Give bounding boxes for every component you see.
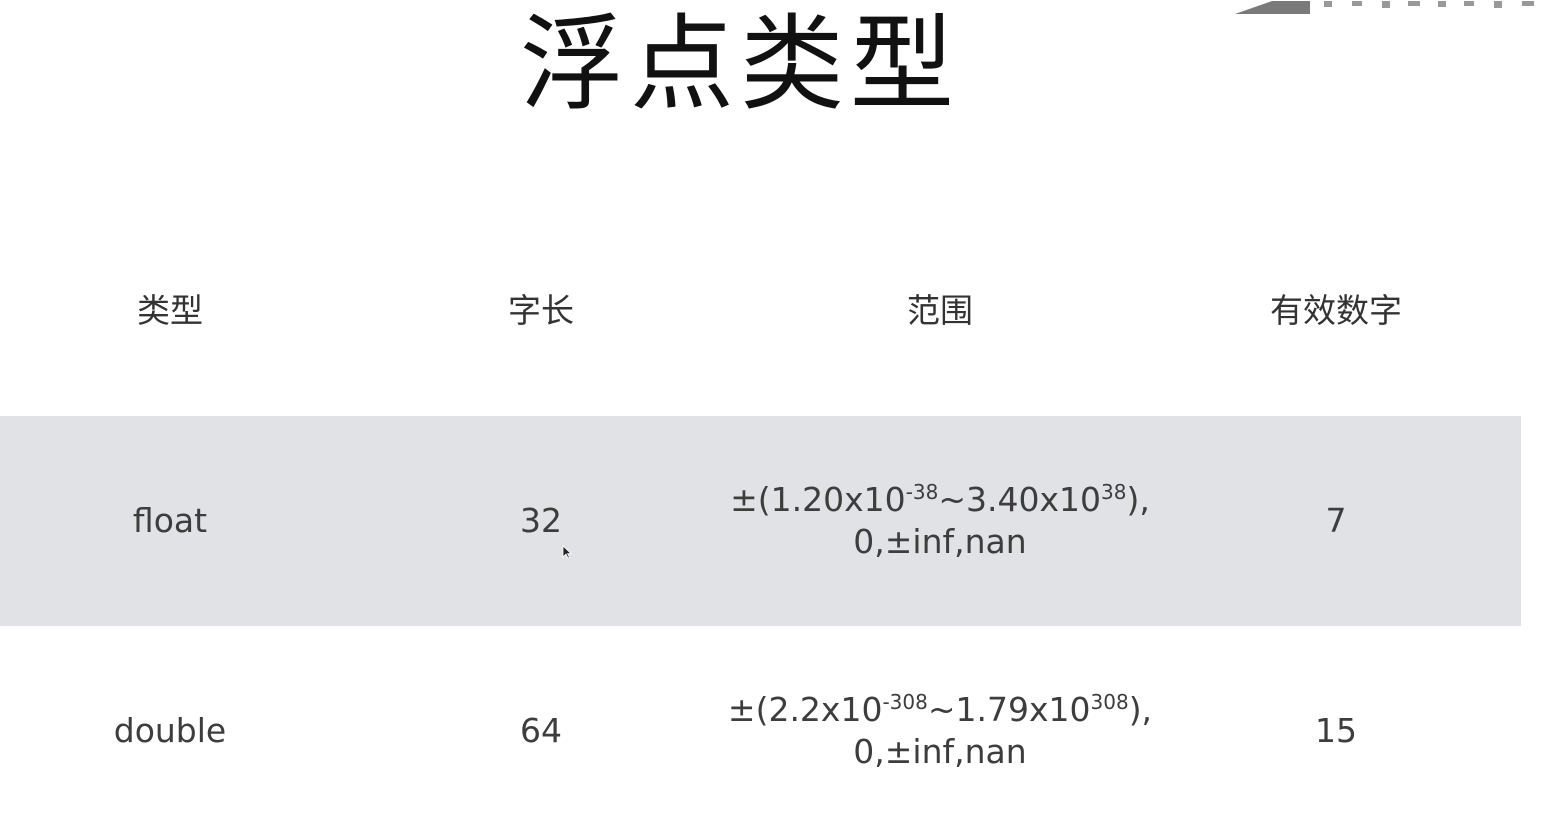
table-row: double 64 ±(2.2x10-308~1.79x10308), 0,±i… [0,626,1521,836]
range-prefix: ±(1.20x10 [730,480,906,519]
slide: 浮点类型 类型 字长 范围 有效数字 float 32 ±(1.20x10-38… [0,0,1552,836]
header-digits: 有效数字 [1270,291,1402,330]
range-line-2: 0,±inf,nan [853,732,1027,771]
range-exponent-min: -38 [905,480,939,504]
type-cell: float [132,501,208,540]
range-mid: ~3.40x10 [938,480,1102,519]
digits-cell: 15 [1315,711,1357,750]
header-type: 类型 [137,291,203,330]
header-bits: 字长 [508,291,574,330]
table-header-row: 类型 字长 范围 有效数字 [0,250,1521,372]
range-cell: ±(2.2x10-308~1.79x10308), 0,±inf,nan [690,626,1190,836]
digits-cell: 7 [1325,501,1347,540]
bits-cell: 32 [520,501,562,540]
range-line-1: ±(2.2x10-308~1.79x10308), [728,689,1152,731]
range-exponent-max: 38 [1101,480,1127,504]
bits-cell: 64 [520,711,562,750]
range-suffix: ), [1126,480,1150,519]
range-cell: ±(1.20x10-38~3.40x1038), 0,±inf,nan [690,416,1190,626]
range-suffix: ), [1128,690,1153,729]
header-range: 范围 [907,291,973,330]
range-exponent-max: 308 [1090,690,1129,714]
range-prefix: ±(2.2x10 [727,690,883,729]
range-line-2: 0,±inf,nan [853,522,1027,561]
page-title: 浮点类型 [519,3,960,125]
mouse-pointer-icon [562,544,573,559]
type-cell: double [113,711,227,750]
range-mid: ~1.79x10 [927,690,1091,729]
table-row: float 32 ±(1.20x10-38~3.40x1038), 0,±inf… [0,416,1521,626]
range-line-1: ±(1.20x10-38~3.40x1038), [730,479,1150,521]
range-exponent-min: -308 [882,690,928,714]
